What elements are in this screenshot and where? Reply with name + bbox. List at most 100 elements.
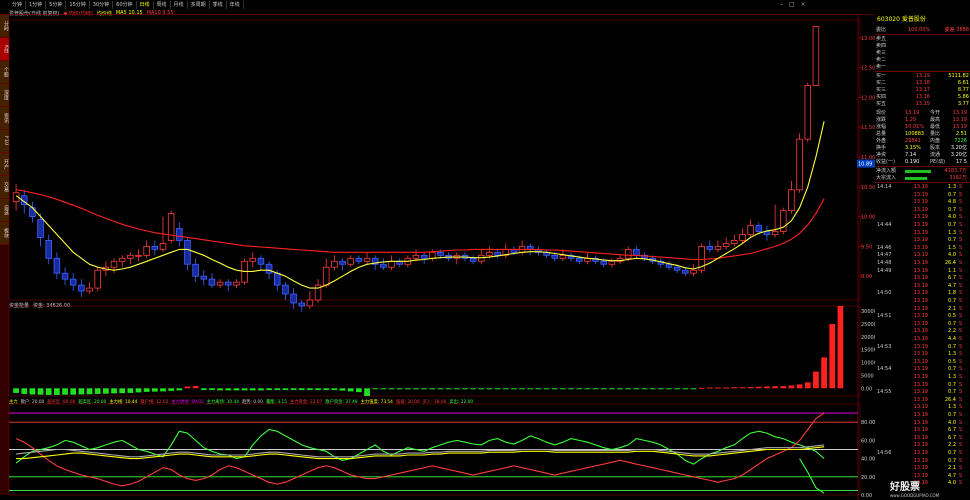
energy-bar[interactable]: [266, 388, 272, 391]
candle-body[interactable]: [37, 219, 44, 238]
candle-body[interactable]: [412, 254, 420, 259]
energy-bar[interactable]: [560, 388, 566, 390]
candle-body[interactable]: [94, 269, 101, 289]
energy-bar[interactable]: [543, 388, 550, 390]
energy-bar[interactable]: [168, 388, 175, 391]
energy-bar[interactable]: [62, 388, 68, 395]
energy-bar[interactable]: [347, 388, 354, 392]
energy-bar[interactable]: [339, 388, 346, 391]
candle-body[interactable]: [420, 254, 428, 259]
candle-body[interactable]: [167, 213, 175, 241]
candle-body[interactable]: [469, 257, 477, 262]
energy-bar[interactable]: [94, 388, 101, 394]
energy-bar[interactable]: [119, 388, 126, 394]
energy-bar[interactable]: [176, 388, 183, 391]
candle-body[interactable]: [608, 260, 616, 265]
energy-bar[interactable]: [772, 386, 778, 389]
energy-bar[interactable]: [486, 388, 493, 390]
energy-bar[interactable]: [511, 388, 517, 390]
energy-bar[interactable]: [739, 387, 746, 389]
candle-body[interactable]: [208, 278, 216, 286]
energy-bar[interactable]: [143, 388, 150, 392]
energy-bar[interactable]: [649, 388, 656, 390]
energy-bar[interactable]: [502, 388, 509, 390]
candle-body[interactable]: [69, 278, 77, 286]
energy-bar[interactable]: [755, 386, 762, 389]
energy-bar[interactable]: [103, 388, 109, 394]
candle-body[interactable]: [363, 257, 371, 262]
candle-body[interactable]: [486, 251, 493, 256]
energy-bar[interactable]: [45, 388, 52, 395]
candle-body[interactable]: [290, 293, 297, 304]
energy-bar[interactable]: [70, 388, 77, 395]
candle-body[interactable]: [306, 299, 314, 307]
energy-bar[interactable]: [804, 382, 811, 389]
candle-body[interactable]: [110, 260, 118, 268]
energy-bar[interactable]: [551, 388, 558, 390]
candle-body[interactable]: [225, 281, 232, 286]
energy-bar[interactable]: [372, 388, 379, 390]
energy-bar[interactable]: [600, 388, 607, 390]
energy-bar[interactable]: [200, 388, 207, 391]
energy-bar[interactable]: [404, 388, 411, 390]
energy-bar[interactable]: [445, 388, 452, 390]
energy-bar[interactable]: [576, 388, 583, 390]
candle-body[interactable]: [755, 225, 763, 232]
energy-bar[interactable]: [682, 388, 689, 390]
energy-bar[interactable]: [813, 371, 819, 389]
candle-body[interactable]: [184, 240, 191, 265]
candle-body[interactable]: [322, 266, 330, 286]
candle-body[interactable]: [714, 245, 722, 250]
energy-bar[interactable]: [331, 388, 338, 391]
candle-body[interactable]: [388, 260, 395, 268]
energy-bar[interactable]: [674, 388, 681, 390]
candle-body[interactable]: [673, 266, 681, 271]
candle-body[interactable]: [200, 275, 208, 280]
candle-body[interactable]: [494, 251, 501, 256]
energy-bar[interactable]: [111, 388, 117, 394]
candle-body[interactable]: [45, 240, 52, 259]
energy-bar[interactable]: [625, 388, 632, 390]
candle-body[interactable]: [559, 254, 567, 259]
energy-bar[interactable]: [364, 388, 370, 396]
kline-chart[interactable]: 13.0012.5012.0011.5011.0010.5010.009.509…: [0, 0, 875, 500]
energy-bar[interactable]: [13, 388, 19, 393]
energy-bar[interactable]: [225, 388, 232, 391]
energy-bar[interactable]: [241, 388, 248, 391]
candle-body[interactable]: [771, 231, 779, 235]
energy-bar[interactable]: [135, 388, 142, 393]
energy-bar[interactable]: [160, 388, 166, 392]
energy-bar[interactable]: [747, 387, 754, 389]
candle-body[interactable]: [347, 257, 354, 265]
energy-bar[interactable]: [837, 306, 844, 389]
energy-bar[interactable]: [388, 388, 395, 390]
energy-bar[interactable]: [21, 388, 28, 394]
energy-bar[interactable]: [37, 388, 44, 395]
candle-body[interactable]: [273, 272, 281, 286]
energy-bar[interactable]: [829, 324, 836, 389]
candle-body[interactable]: [118, 257, 126, 262]
energy-bar[interactable]: [657, 388, 664, 390]
energy-bar[interactable]: [437, 388, 444, 390]
energy-bar[interactable]: [633, 388, 640, 390]
candle-body[interactable]: [682, 269, 689, 274]
candle-body[interactable]: [380, 263, 387, 268]
candle-body[interactable]: [478, 254, 485, 262]
energy-bar[interactable]: [666, 388, 672, 390]
energy-bar[interactable]: [780, 385, 787, 389]
energy-bar[interactable]: [453, 388, 460, 390]
energy-bar[interactable]: [78, 388, 85, 395]
candle-body[interactable]: [151, 245, 159, 250]
candle-body[interactable]: [176, 228, 183, 241]
candle-body[interactable]: [216, 281, 224, 286]
candle-body[interactable]: [633, 248, 640, 256]
energy-bar[interactable]: [307, 388, 313, 391]
energy-bar[interactable]: [494, 388, 501, 390]
candle-body[interactable]: [78, 284, 85, 292]
energy-bar[interactable]: [715, 387, 721, 389]
candle-body[interactable]: [812, 26, 820, 86]
energy-bar[interactable]: [29, 388, 36, 395]
energy-bar[interactable]: [527, 388, 534, 390]
candle-body[interactable]: [429, 251, 436, 259]
candle-body[interactable]: [29, 207, 36, 217]
